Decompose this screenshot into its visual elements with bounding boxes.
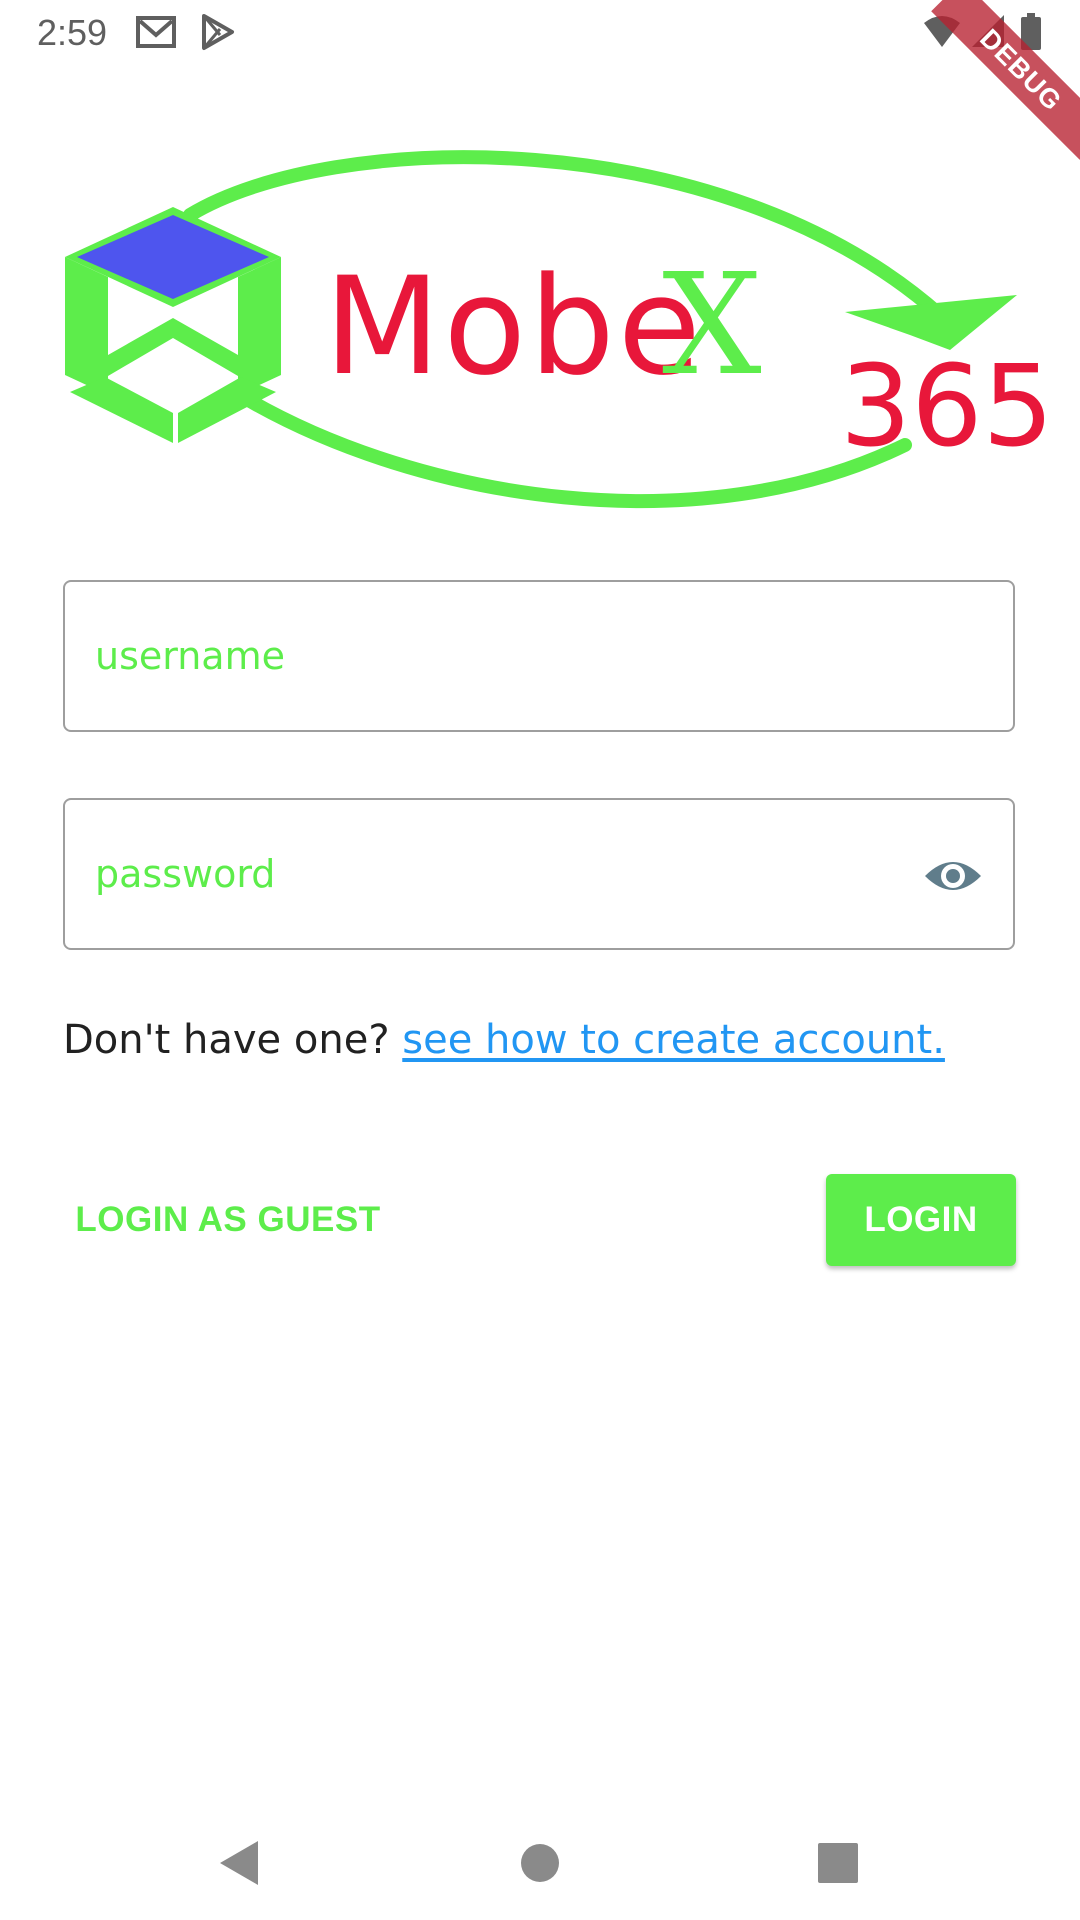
logo-word-x: X bbox=[662, 244, 762, 407]
password-input[interactable] bbox=[95, 800, 925, 948]
create-account-link[interactable]: see how to create account. bbox=[402, 1017, 945, 1063]
play-store-icon bbox=[202, 14, 234, 50]
signup-prompt: Don't have one? see how to create accoun… bbox=[63, 1017, 945, 1063]
eye-icon[interactable] bbox=[923, 846, 983, 906]
password-field[interactable] bbox=[63, 798, 1015, 950]
home-icon[interactable] bbox=[510, 1833, 570, 1893]
status-time: 2:59 bbox=[37, 12, 108, 53]
username-field[interactable] bbox=[63, 580, 1015, 732]
username-input[interactable] bbox=[95, 582, 925, 730]
login-as-guest-button[interactable]: LOGIN AS GUEST bbox=[63, 1174, 393, 1266]
logo-word-mobe: Mobe bbox=[324, 248, 704, 405]
back-icon[interactable] bbox=[210, 1833, 270, 1893]
login-button[interactable]: LOGIN bbox=[826, 1174, 1016, 1266]
navigation-bar bbox=[0, 1800, 1080, 1920]
logo-number-365: 365 bbox=[840, 342, 1054, 472]
recents-icon[interactable] bbox=[808, 1833, 868, 1893]
gmail-icon bbox=[136, 16, 176, 48]
signup-prompt-text: Don't have one? bbox=[63, 1017, 403, 1063]
mobex-365-logo: Mobe X 365 bbox=[65, 150, 1054, 508]
